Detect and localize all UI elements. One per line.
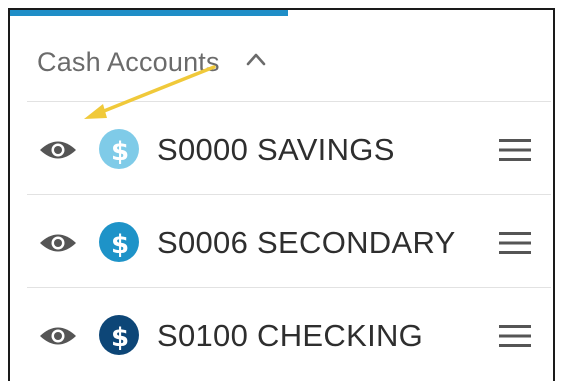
dollar-coin-icon: $ bbox=[99, 129, 139, 169]
eye-icon[interactable] bbox=[39, 232, 77, 254]
account-name: S0006 SECONDARY bbox=[157, 225, 456, 260]
svg-text:$: $ bbox=[111, 137, 129, 167]
account-row-secondary[interactable]: $ S0006 SECONDARY bbox=[27, 194, 551, 286]
section-title: Cash Accounts bbox=[37, 47, 220, 77]
svg-text:$: $ bbox=[111, 230, 129, 260]
eye-icon[interactable] bbox=[39, 139, 77, 161]
drag-handle-icon[interactable] bbox=[499, 137, 531, 163]
cash-accounts-panel: Cash Accounts $ S0000 SAVINGS $ S0006 SE… bbox=[8, 8, 555, 381]
account-row-savings[interactable]: $ S0000 SAVINGS bbox=[27, 101, 551, 193]
drag-handle-icon[interactable] bbox=[499, 230, 531, 256]
account-name: S0100 CHECKING bbox=[157, 318, 424, 353]
dollar-coin-icon: $ bbox=[99, 315, 139, 355]
progress-bar bbox=[10, 10, 288, 16]
chevron-up-icon[interactable] bbox=[246, 52, 266, 66]
account-row-checking[interactable]: $ S0100 CHECKING bbox=[27, 287, 551, 379]
dollar-coin-icon: $ bbox=[99, 222, 139, 262]
drag-handle-icon[interactable] bbox=[499, 323, 531, 349]
eye-icon[interactable] bbox=[39, 325, 77, 347]
svg-text:$: $ bbox=[111, 323, 129, 353]
account-name: S0000 SAVINGS bbox=[157, 132, 395, 167]
